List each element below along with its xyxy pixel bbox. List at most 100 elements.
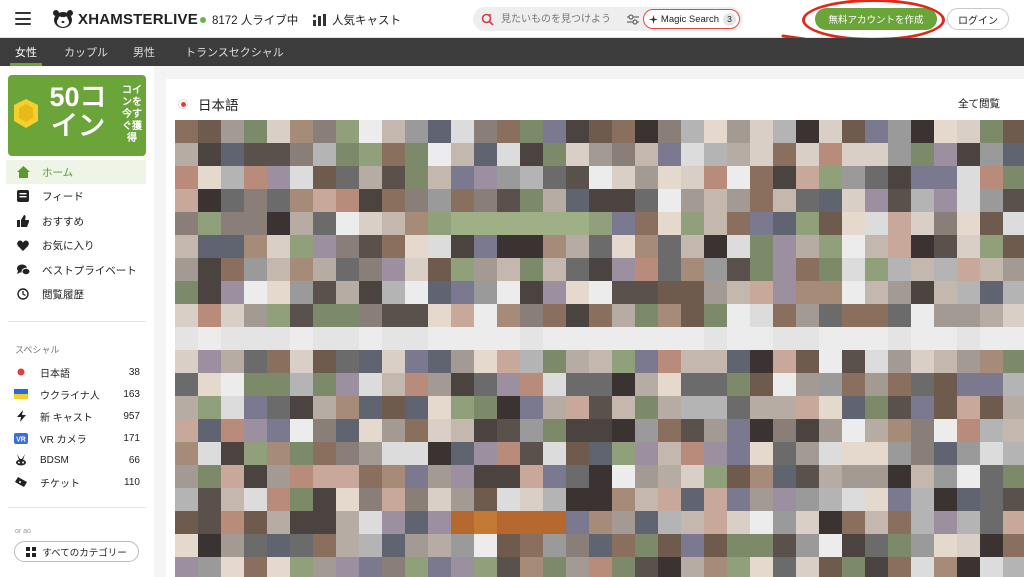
sidebar-item-feed[interactable]: フィード <box>6 184 146 208</box>
mosaic-tile <box>842 304 865 327</box>
mosaic-tile <box>428 396 451 419</box>
mosaic-tile <box>566 189 589 212</box>
sidebar-item-best-private[interactable]: ベストプライベート <box>6 258 146 282</box>
mosaic-tile <box>336 235 359 258</box>
ticket-icon <box>14 476 28 488</box>
mosaic-tile <box>865 557 888 577</box>
mosaic-tile <box>589 258 612 281</box>
mosaic-tile <box>359 534 382 557</box>
mosaic-tile <box>635 442 658 465</box>
mosaic-tile <box>175 557 198 577</box>
mosaic-tile <box>704 235 727 258</box>
mosaic-tile <box>842 419 865 442</box>
pixelated-thumbnail-grid[interactable] <box>175 120 1024 577</box>
mosaic-tile <box>428 327 451 350</box>
mosaic-tile <box>934 396 957 419</box>
sidebar-item-label: 閲覧履歴 <box>42 288 84 301</box>
mosaic-tile <box>957 166 980 189</box>
special-item-label: チケット <box>40 478 80 490</box>
mosaic-tile <box>382 465 405 488</box>
coin-promo-banner[interactable]: 50コイン コインを今すぐ獲得 <box>8 75 146 156</box>
mosaic-tile <box>612 258 635 281</box>
filter-sliders-icon[interactable] <box>627 13 639 25</box>
mosaic-tile <box>313 396 336 419</box>
mosaic-tile <box>359 189 382 212</box>
mosaic-tile <box>934 557 957 577</box>
mosaic-tile <box>612 281 635 304</box>
menu-icon[interactable] <box>15 12 31 25</box>
mosaic-tile <box>313 281 336 304</box>
sidebar-item-favorites[interactable]: お気に入り <box>6 233 146 257</box>
mosaic-tile <box>497 189 520 212</box>
mosaic-tile <box>290 281 313 304</box>
mosaic-tile <box>980 534 1003 557</box>
tab-male[interactable]: 男性 <box>133 38 155 66</box>
tab-couples[interactable]: カップル <box>64 38 108 66</box>
mosaic-tile <box>474 488 497 511</box>
mosaic-tile <box>957 212 980 235</box>
mosaic-tile <box>681 350 704 373</box>
brand-name: XHAMSTERLIVE <box>78 10 198 28</box>
mosaic-tile <box>842 327 865 350</box>
tab-transsexual[interactable]: トランスセクシャル <box>185 38 284 66</box>
mosaic-tile <box>244 327 267 350</box>
special-item-new-casts[interactable]: 新 キャスト 957 <box>14 406 140 426</box>
mosaic-tile <box>221 396 244 419</box>
annotation-ellipse <box>802 0 945 41</box>
heart-icon <box>16 238 30 252</box>
sidebar-item-recommended[interactable]: おすすめ <box>6 209 146 233</box>
section-title[interactable]: 日本語 <box>198 94 239 114</box>
special-item-japanese[interactable]: 日本語 38 <box>14 362 140 382</box>
mosaic-tile <box>175 350 198 373</box>
special-item-tickets[interactable]: チケット 110 <box>14 472 140 492</box>
view-all-link[interactable]: 全て閲覧 <box>958 96 1000 111</box>
sidebar-item-home[interactable]: ホーム <box>6 160 146 184</box>
mosaic-tile <box>658 419 681 442</box>
mosaic-tile <box>336 350 359 373</box>
mosaic-tile <box>819 258 842 281</box>
special-item-bdsm[interactable]: BDSM 66 <box>14 450 140 470</box>
mosaic-tile <box>221 258 244 281</box>
mosaic-tile <box>474 350 497 373</box>
mosaic-tile <box>911 511 934 534</box>
special-item-ukrainian[interactable]: ウクライナ人 163 <box>14 384 140 404</box>
mosaic-tile <box>405 557 428 577</box>
mosaic-tile <box>566 511 589 534</box>
popular-casts-link[interactable]: 人気キャスト <box>313 12 401 28</box>
mosaic-tile <box>865 511 888 534</box>
special-item-vr-cams[interactable]: VR VR カメラ 171 <box>14 428 140 448</box>
mosaic-tile <box>865 350 888 373</box>
search-input[interactable] <box>499 12 621 26</box>
mosaic-tile <box>911 166 934 189</box>
mosaic-tile <box>267 327 290 350</box>
mosaic-tile <box>980 120 1003 143</box>
mosaic-tile <box>727 465 750 488</box>
mosaic-tile <box>1003 166 1024 189</box>
logo[interactable]: XHAMSTERLIVE <box>52 8 198 30</box>
mosaic-tile <box>474 419 497 442</box>
mosaic-tile <box>980 465 1003 488</box>
mosaic-tile <box>911 373 934 396</box>
mosaic-tile <box>1003 189 1024 212</box>
mosaic-tile <box>336 258 359 281</box>
mosaic-tile <box>198 419 221 442</box>
mosaic-tile <box>681 189 704 212</box>
mosaic-tile <box>773 189 796 212</box>
login-button[interactable]: ログイン <box>947 8 1009 30</box>
sidebar-item-history[interactable]: 閲覧履歴 <box>6 282 146 306</box>
mosaic-tile <box>635 419 658 442</box>
magic-search-button[interactable]: Magic Search 3 <box>642 9 740 29</box>
mosaic-tile <box>1003 511 1024 534</box>
all-categories-button[interactable]: すべてのカテゴリー <box>14 541 139 562</box>
mosaic-tile <box>819 419 842 442</box>
bunny-mask-icon <box>14 454 28 466</box>
magic-search-label: Magic Search <box>660 13 719 25</box>
mosaic-tile <box>221 488 244 511</box>
mosaic-tile <box>750 327 773 350</box>
tab-female[interactable]: 女性 <box>10 38 42 66</box>
mosaic-tile <box>267 534 290 557</box>
mosaic-tile <box>704 373 727 396</box>
mosaic-tile <box>589 488 612 511</box>
mosaic-tile <box>704 465 727 488</box>
mosaic-tile <box>865 373 888 396</box>
